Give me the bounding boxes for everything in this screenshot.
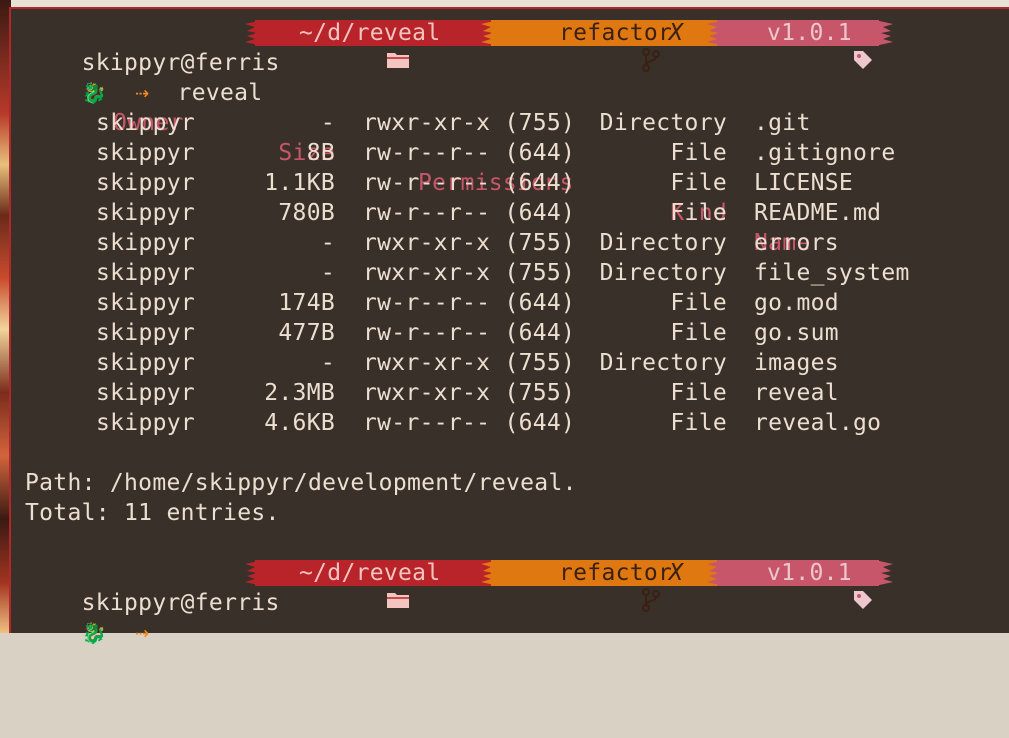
total-summary: Total: 11 entries.	[25, 500, 280, 526]
prompt-arrow: ⇢	[135, 620, 150, 646]
cell-permissions: rwxr-xr-x (755)	[363, 260, 576, 286]
cell-kind: Directory	[599, 110, 727, 136]
prompt-line-2: skippyr@ferris ~/d/reveal refactor X v1.…	[25, 558, 893, 616]
git-branch-segment: refactor X	[481, 20, 719, 72]
flame-separator-icon	[481, 20, 499, 46]
cell-size: 8B	[306, 140, 335, 166]
cell-permissions: rw-r--r-- (644)	[363, 320, 576, 346]
cell-owner: skippyr	[96, 410, 196, 436]
cell-kind: File	[670, 290, 727, 316]
table-row: skippyr 8B rw-r--r-- (644) File .gitignore	[25, 138, 1005, 168]
flame-end-icon	[875, 560, 893, 586]
cell-permissions: rwxr-xr-x (755)	[363, 230, 576, 256]
cell-name: reveal	[754, 380, 839, 406]
command-line-2[interactable]: 🐉 ⇢	[25, 588, 149, 646]
cell-kind: File	[670, 410, 727, 436]
cell-name: images	[754, 350, 839, 376]
table-row: skippyr 1.1KB rw-r--r-- (644) File LICENSE	[25, 168, 1005, 198]
cell-permissions: rw-r--r-- (644)	[363, 200, 576, 226]
cell-kind: File	[670, 140, 727, 166]
git-branch-name: refactor	[559, 560, 673, 586]
cell-kind: Directory	[599, 350, 727, 376]
cell-permissions: rwxr-xr-x (755)	[363, 380, 576, 406]
table-row: skippyr 174B rw-r--r-- (644) File go.mod	[25, 288, 1005, 318]
cell-name: LICENSE	[754, 170, 854, 196]
cell-name: errors	[754, 230, 839, 256]
cell-owner: skippyr	[96, 350, 196, 376]
git-tag-segment: v1.0.1	[707, 560, 893, 609]
cell-size: 477B	[278, 320, 335, 346]
cell-size: 1.1KB	[264, 170, 335, 196]
cell-owner: skippyr	[96, 230, 196, 256]
cell-owner: skippyr	[96, 140, 196, 166]
table-row: skippyr 2.3MB rwxr-xr-x (755) File reveal	[25, 378, 1005, 408]
cell-kind: File	[670, 170, 727, 196]
git-tag: v1.0.1	[767, 560, 852, 586]
cell-kind: File	[670, 380, 727, 406]
cell-kind: Directory	[599, 260, 727, 286]
git-branch-name: refactor	[559, 20, 673, 46]
directory-segment: ~/d/reveal	[245, 560, 493, 608]
table-header: Owner Size Permissions Kind Name	[25, 78, 1005, 256]
cell-size: 4.6KB	[264, 410, 335, 436]
directory-segment: ~/d/reveal	[245, 20, 493, 68]
cell-size: 780B	[278, 200, 335, 226]
cell-owner: skippyr	[96, 110, 196, 136]
cell-owner: skippyr	[96, 320, 196, 346]
cell-owner: skippyr	[96, 200, 196, 226]
cell-owner: skippyr	[96, 170, 196, 196]
flame-separator-icon	[707, 560, 725, 586]
directory-path: ~/d/reveal	[299, 560, 441, 586]
git-branch-segment: refactor X	[481, 560, 719, 612]
cell-name: go.sum	[754, 320, 839, 346]
path-summary: Path: /home/skippyr/development/reveal.	[25, 470, 577, 496]
dirty-marker: X	[669, 20, 684, 46]
cell-name: .gitignore	[754, 140, 896, 166]
cell-permissions: rw-r--r-- (644)	[363, 170, 576, 196]
cell-permissions: rw-r--r-- (644)	[363, 290, 576, 316]
cell-name: file_system	[754, 260, 910, 286]
flame-separator-icon	[707, 20, 725, 46]
flame-separator-icon	[245, 20, 263, 46]
cell-size: -	[320, 230, 335, 256]
cell-permissions: rw-r--r-- (644)	[363, 410, 576, 436]
table-row: skippyr - rwxr-xr-x (755) Directory .git	[25, 108, 1005, 138]
cell-name: README.md	[754, 200, 882, 226]
terminal-window[interactable]: skippyr@ferris ~/d/reveal refactor X v1.…	[9, 7, 1009, 646]
command-line: 🐉 ⇢ reveal	[25, 48, 263, 106]
cell-owner: skippyr	[96, 260, 196, 286]
cell-size: -	[320, 260, 335, 286]
cell-owner: skippyr	[96, 290, 196, 316]
table-row: skippyr - rwxr-xr-x (755) Directory errors	[25, 228, 1005, 258]
cell-owner: skippyr	[96, 380, 196, 406]
cell-name: reveal.go	[754, 410, 882, 436]
cell-permissions: rw-r--r-- (644)	[363, 140, 576, 166]
git-tag: v1.0.1	[767, 20, 852, 46]
cell-size: 2.3MB	[264, 380, 335, 406]
table-row: skippyr 477B rw-r--r-- (644) File go.sum	[25, 318, 1005, 348]
git-tag-segment: v1.0.1	[707, 20, 893, 69]
dirty-marker: X	[669, 560, 684, 586]
prompt-line: skippyr@ferris ~/d/reveal refactor X v1.…	[25, 18, 893, 76]
flame-separator-icon	[245, 560, 263, 586]
cell-size: 174B	[278, 290, 335, 316]
table-row: skippyr 780B rw-r--r-- (644) File README.md	[25, 198, 1005, 228]
cell-name: go.mod	[754, 290, 839, 316]
cell-name: .git	[754, 110, 811, 136]
cell-permissions: rwxr-xr-x (755)	[363, 350, 576, 376]
dragon-icon: 🐉	[81, 621, 107, 645]
flame-end-icon	[875, 20, 893, 46]
cell-size: -	[320, 110, 335, 136]
table-row: skippyr - rwxr-xr-x (755) Directory images	[25, 348, 1005, 378]
cell-permissions: rwxr-xr-x (755)	[363, 110, 576, 136]
cell-kind: File	[670, 320, 727, 346]
cell-size: -	[320, 350, 335, 376]
directory-path: ~/d/reveal	[299, 20, 441, 46]
table-row: skippyr 4.6KB rw-r--r-- (644) File reveal.go	[25, 408, 1005, 438]
cell-kind: Directory	[599, 230, 727, 256]
table-row: skippyr - rwxr-xr-x (755) Directory file_sys…	[25, 258, 1005, 288]
flame-separator-icon	[481, 560, 499, 586]
cell-kind: File	[670, 200, 727, 226]
